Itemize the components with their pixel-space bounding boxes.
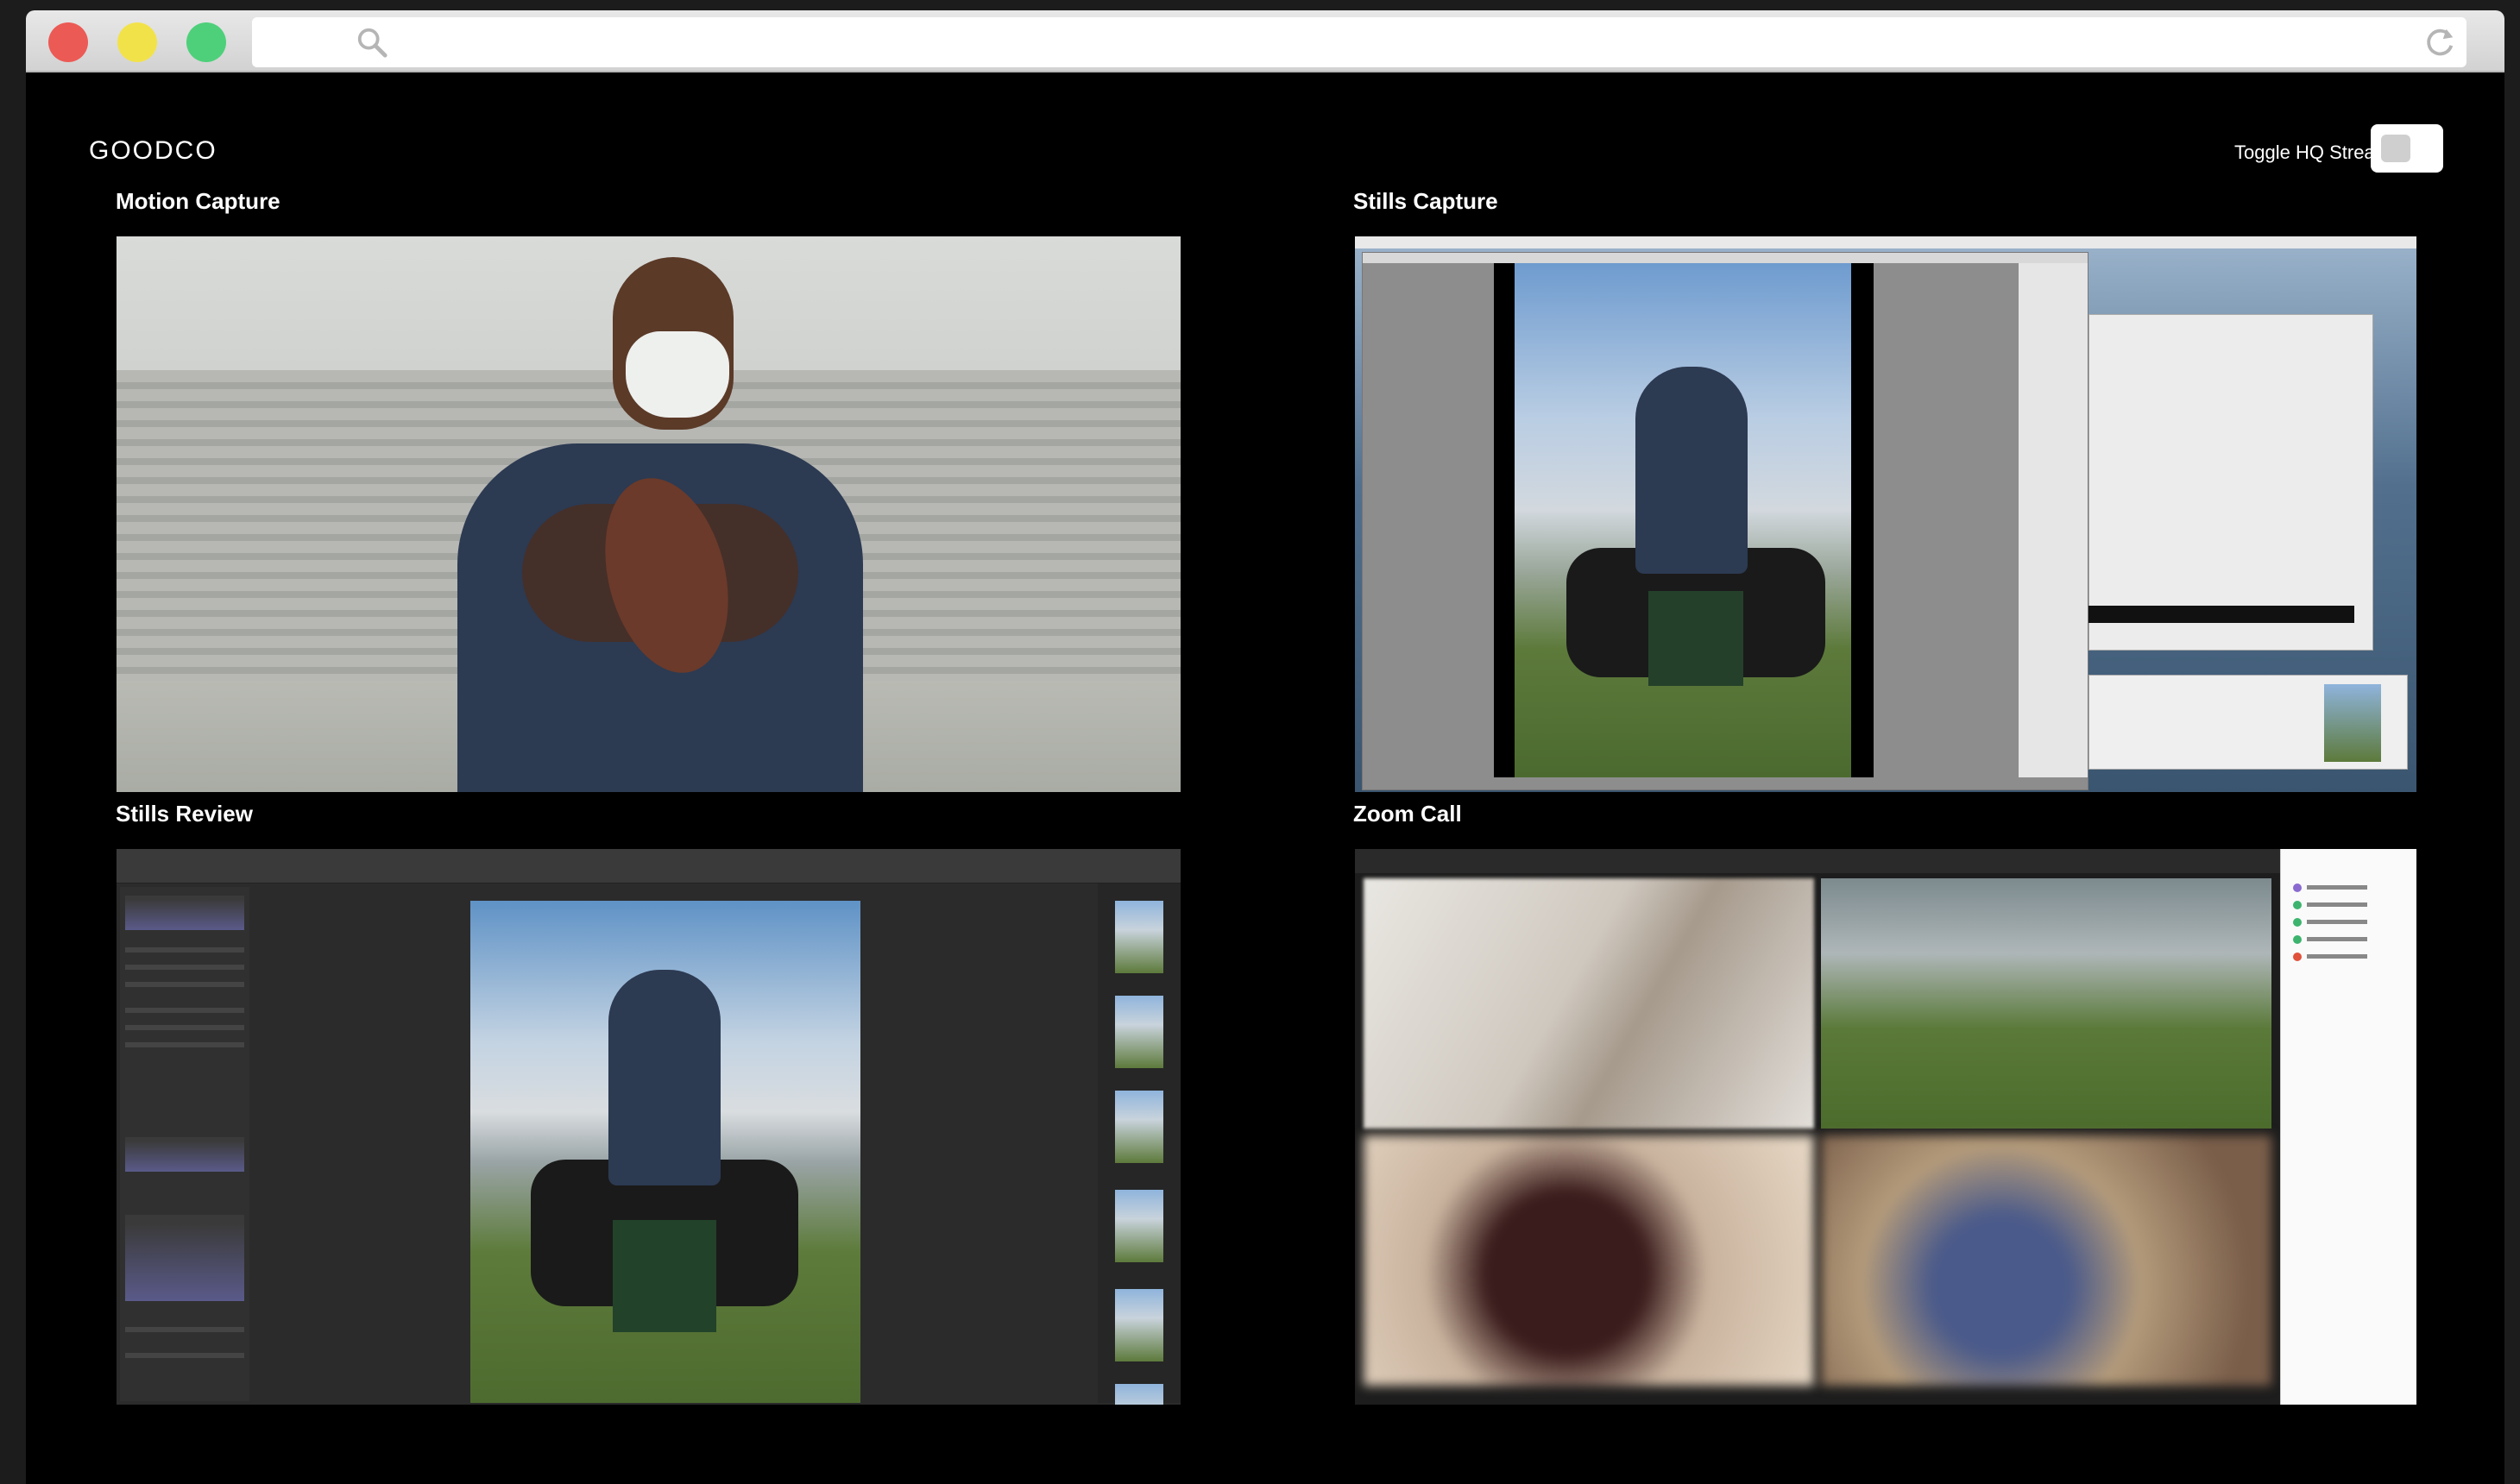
zoom-call-title: Zoom Call xyxy=(1353,801,1462,827)
live-view-photo xyxy=(1515,263,1851,777)
video-tile xyxy=(1364,1135,1814,1386)
last-capture-thumbnail xyxy=(2324,684,2381,762)
stills-capture-stream[interactable] xyxy=(1355,236,2416,792)
live-view xyxy=(1494,263,1874,777)
adjustment-row xyxy=(125,1353,244,1358)
zoom-topbar xyxy=(1355,849,2280,873)
live-view-titlebar xyxy=(1363,253,2088,263)
filmstrip-thumbnail xyxy=(1115,1190,1163,1262)
mac-menubar xyxy=(1355,236,2416,248)
adjustment-row xyxy=(125,1025,244,1030)
review-photo xyxy=(470,901,860,1403)
participant-row xyxy=(2293,918,2405,927)
browser-window: GOODCO Toggle HQ Stream Motion Capture S… xyxy=(26,10,2504,1484)
adjustment-row xyxy=(125,982,244,987)
hq-stream-toggle[interactable] xyxy=(2371,124,2443,173)
stills-review-stream[interactable] xyxy=(117,849,1181,1405)
filmstrip-thumbnail xyxy=(1115,996,1163,1068)
stills-capture-title: Stills Capture xyxy=(1353,188,1498,214)
participant-row xyxy=(2293,935,2405,944)
camera-lcd-readout xyxy=(2088,606,2354,623)
search-icon xyxy=(357,28,387,58)
close-window-button[interactable] xyxy=(48,22,88,62)
toggle-knob xyxy=(2381,135,2410,162)
participant-row xyxy=(2293,883,2405,892)
reload-icon[interactable] xyxy=(2422,24,2458,60)
capture-info-panel xyxy=(2088,675,2408,770)
participant-row xyxy=(2293,953,2405,961)
face-mask xyxy=(626,331,729,418)
motion-capture-stream[interactable] xyxy=(117,236,1181,792)
video-tile xyxy=(1821,1135,2271,1386)
athlete-torso xyxy=(608,970,721,1185)
curve-histogram xyxy=(125,1215,244,1301)
cooler xyxy=(613,1220,716,1332)
live-view-controls xyxy=(2019,263,2088,777)
filmstrip-thumbnail xyxy=(1115,1289,1163,1361)
levels-histogram xyxy=(125,1137,244,1172)
filmstrip-thumbnail xyxy=(1115,901,1163,973)
cooler xyxy=(1648,591,1743,686)
browser-titlebar xyxy=(26,10,2504,72)
camera-control-window xyxy=(1362,252,2088,790)
adjustment-row xyxy=(125,1327,244,1332)
adjustments-panel xyxy=(120,887,249,1401)
adjustment-row xyxy=(125,965,244,970)
participants-panel xyxy=(2280,849,2416,1405)
capture-one-toolbar xyxy=(117,849,1181,883)
histogram xyxy=(125,896,244,930)
filmstrip xyxy=(1098,883,1181,1405)
brand-logo: GOODCO xyxy=(89,136,217,165)
filmstrip-thumbnail xyxy=(1115,1091,1163,1163)
stills-review-title: Stills Review xyxy=(116,801,253,827)
hq-stream-label: Toggle HQ Stream xyxy=(2234,141,2391,163)
adjustment-row xyxy=(125,947,244,953)
video-tile-stadium xyxy=(1821,878,2271,1129)
adjustment-row xyxy=(125,1008,244,1013)
camera-settings-dialog xyxy=(2088,314,2373,651)
filmstrip-thumbnail xyxy=(1115,1384,1163,1405)
zoom-call-stream[interactable] xyxy=(1355,849,2416,1405)
minimize-window-button[interactable] xyxy=(117,22,157,62)
address-bar[interactable] xyxy=(252,17,2466,67)
video-tile xyxy=(1364,878,1814,1129)
motion-capture-title: Motion Capture xyxy=(116,188,280,214)
zoom-window-button[interactable] xyxy=(186,22,226,62)
athlete-torso xyxy=(1635,367,1748,574)
adjustment-row xyxy=(125,1042,244,1047)
participant-row xyxy=(2293,901,2405,909)
